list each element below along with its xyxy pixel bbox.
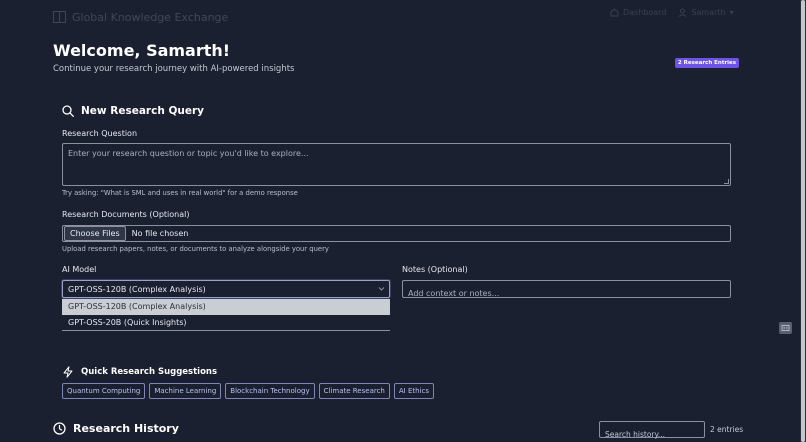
chevron-down-icon: [378, 287, 385, 291]
history-count: 2 entries: [710, 425, 744, 434]
suggestions-heading: Quick Research Suggestions: [62, 366, 217, 378]
file-upload-field[interactable]: Choose Files No file chosen: [62, 225, 731, 242]
suggestion-chip[interactable]: AI Ethics: [393, 383, 434, 399]
top-navigation: Global Knowledge Exchange Dashboard Sama…: [0, 0, 800, 30]
search-icon: [62, 105, 74, 117]
model-label: AI Model: [62, 265, 97, 274]
choose-files-button[interactable]: Choose Files: [64, 226, 126, 241]
home-icon: [610, 8, 619, 17]
research-question-field[interactable]: [62, 143, 731, 186]
resize-handle[interactable]: [724, 179, 729, 184]
model-option-20b[interactable]: GPT-OSS-20B (Quick Insights): [62, 315, 390, 331]
ai-model-selected: GPT-OSS-120B (Complex Analysis): [68, 284, 206, 294]
suggestion-chip[interactable]: Climate Research: [318, 383, 390, 399]
documents-label: Research Documents (Optional): [62, 210, 190, 219]
nav-right: Dashboard Samarth ▾: [610, 8, 734, 17]
model-option-120b[interactable]: GPT-OSS-120B (Complex Analysis): [62, 299, 390, 315]
history-title: Research History: [73, 422, 179, 435]
suggestion-chips: Quantum Computing Machine Learning Block…: [62, 383, 434, 399]
floating-widget[interactable]: [779, 322, 792, 334]
question-hint: Try asking: "What is SML and uses in rea…: [62, 189, 298, 197]
new-query-title: New Research Query: [81, 105, 205, 117]
scrollbar-thumb[interactable]: [801, 0, 805, 442]
new-query-heading: New Research Query: [62, 105, 204, 117]
brand-name: Global Knowledge Exchange: [72, 11, 229, 24]
page-title: Welcome, Samarth!: [53, 41, 231, 60]
history-heading: Research History: [53, 422, 179, 435]
research-entries-badge: 2 Research Entries: [675, 58, 739, 68]
history-search-field[interactable]: [599, 421, 705, 442]
user-menu[interactable]: Samarth ▾: [678, 8, 734, 17]
ai-model-select[interactable]: GPT-OSS-120B (Complex Analysis): [62, 280, 390, 298]
notes-label: Notes (Optional): [402, 265, 468, 274]
book-icon: [53, 8, 66, 27]
file-status: No file chosen: [131, 229, 189, 238]
chevron-down-icon: ▾: [729, 8, 734, 17]
page-subtitle: Continue your research journey with AI-p…: [53, 64, 295, 74]
research-question-input[interactable]: [63, 144, 730, 185]
history-search-input[interactable]: [600, 427, 704, 442]
suggestion-chip[interactable]: Quantum Computing: [62, 383, 146, 399]
notes-input[interactable]: [403, 285, 730, 302]
user-icon: [679, 8, 687, 17]
brand[interactable]: Global Knowledge Exchange: [53, 8, 228, 27]
ai-model-dropdown: GPT-OSS-120B (Complex Analysis) GPT-OSS-…: [62, 299, 390, 331]
suggestion-chip[interactable]: Machine Learning: [149, 383, 222, 399]
suggestion-chip[interactable]: Blockchain Technology: [225, 383, 315, 399]
suggestions-title: Quick Research Suggestions: [81, 367, 218, 377]
clock-icon: [53, 422, 66, 435]
notes-field[interactable]: [402, 280, 731, 302]
documents-hint: Upload research papers, notes, or docume…: [62, 245, 329, 253]
bot-icon: [781, 325, 790, 331]
nav-link-label: Dashboard: [623, 8, 667, 17]
user-menu-label: Samarth: [691, 8, 726, 17]
lightning-icon: [63, 366, 73, 378]
nav-link-dashboard[interactable]: Dashboard: [610, 8, 666, 17]
question-label: Research Question: [62, 129, 138, 138]
